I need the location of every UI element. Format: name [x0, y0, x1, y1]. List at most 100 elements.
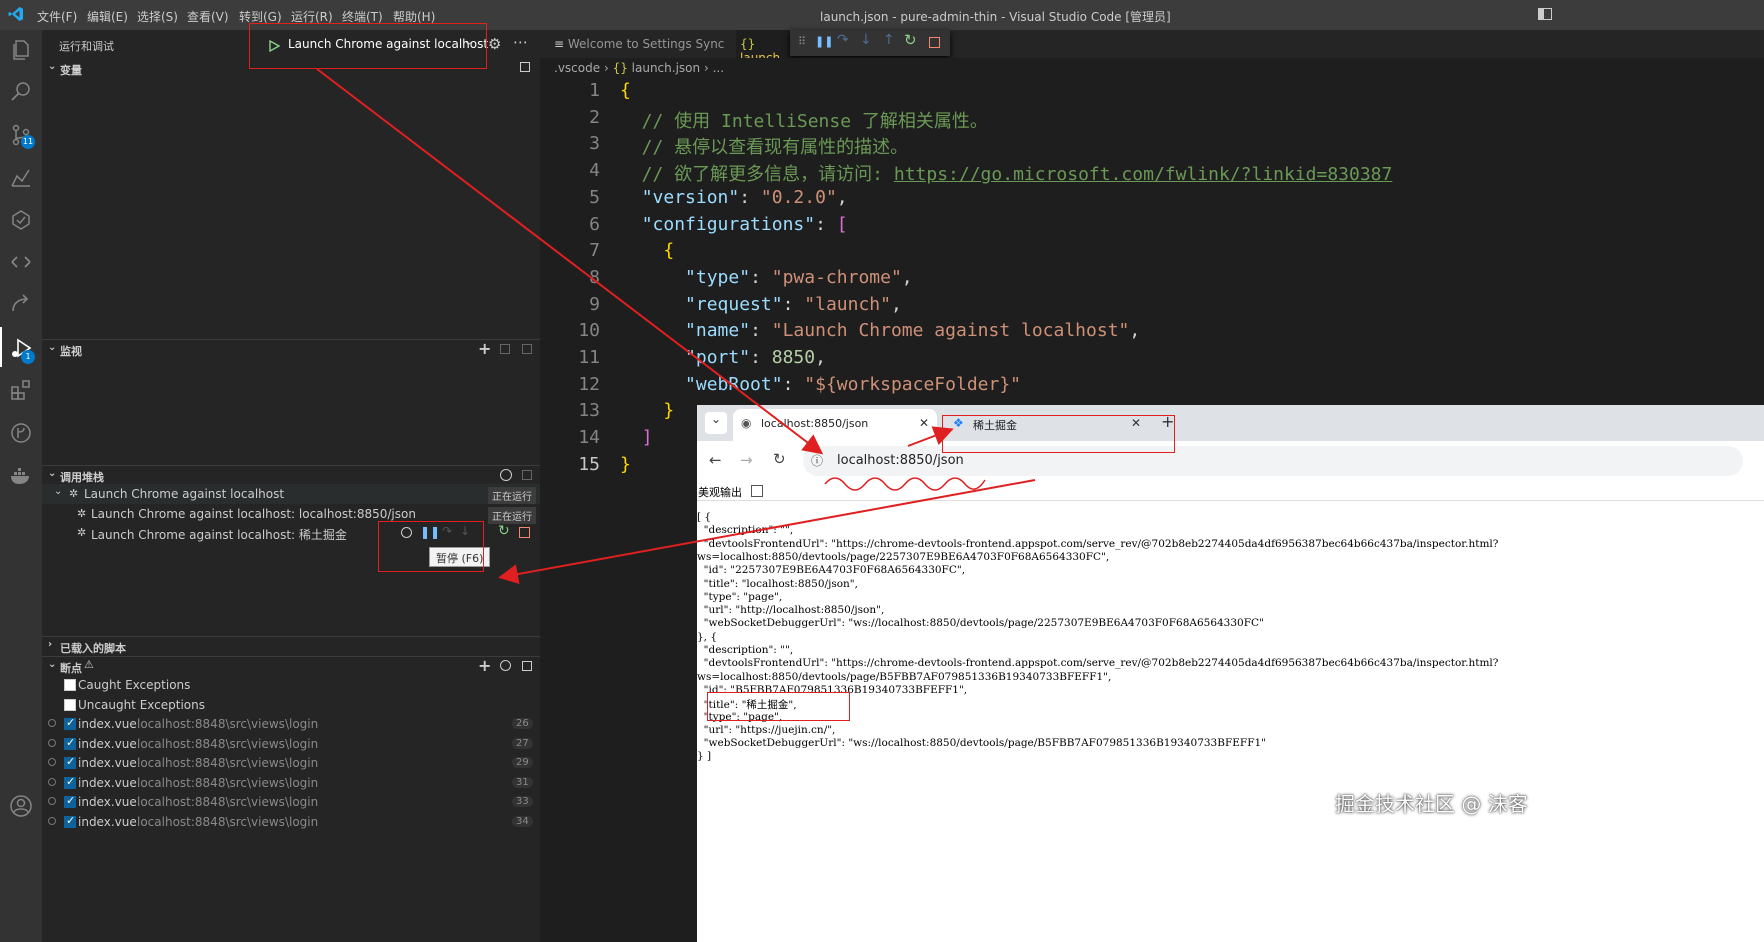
- code-line[interactable]: {: [620, 80, 631, 101]
- code-line[interactable]: // 使用 IntelliSense 了解相关属性。: [620, 107, 988, 133]
- menu-edit[interactable]: 编辑(E): [87, 8, 128, 25]
- explorer-icon[interactable]: [9, 38, 33, 62]
- remote-explorer-icon[interactable]: [9, 250, 33, 274]
- extensions-icon[interactable]: [9, 378, 33, 402]
- breakpoint-row[interactable]: index.vuelocalhost:8848\src\views\login 3…: [42, 792, 540, 812]
- code-line[interactable]: // 欲了解更多信息，请访问: https://go.microsoft.com…: [620, 160, 1393, 186]
- breakpoint-path: localhost:8848\src\views\login: [137, 717, 319, 731]
- breakpoint-row[interactable]: index.vuelocalhost:8848\src\views\login 2…: [42, 734, 540, 754]
- breakpoints-section-header[interactable]: ⌄ 断点 ⚠ +: [42, 656, 540, 676]
- call-stack-row[interactable]: ⌄ ✲ Launch Chrome against localhost 正在运行: [42, 484, 540, 504]
- code-line[interactable]: "configurations": [: [620, 214, 848, 235]
- remove-breakpoints-icon[interactable]: [522, 661, 532, 671]
- code-line[interactable]: "name": "Launch Chrome against localhost…: [620, 320, 1140, 341]
- breakpoint-dot-icon: [48, 777, 56, 786]
- code-line[interactable]: ]: [620, 427, 653, 448]
- search-icon[interactable]: [9, 80, 33, 104]
- menu-selection[interactable]: 选择(S): [137, 8, 178, 25]
- breadcrumb-symbol[interactable]: ...: [713, 61, 724, 75]
- line-number: 2: [589, 106, 600, 128]
- toggle-breakpoints-icon[interactable]: [500, 660, 511, 671]
- browser-tab-json[interactable]: ◉ localhost:8850/json ✕: [733, 409, 937, 441]
- code-line[interactable]: "port": 8850,: [620, 347, 826, 368]
- uncaught-exceptions-checkbox[interactable]: [64, 699, 76, 711]
- back-icon[interactable]: ←: [709, 451, 722, 469]
- refresh-watch-icon[interactable]: [500, 344, 510, 354]
- step-into-icon[interactable]: ↓: [860, 32, 872, 48]
- tab-search-icon[interactable]: ⌄: [705, 412, 727, 434]
- step-out-icon[interactable]: ↑: [883, 32, 895, 48]
- code-line[interactable]: "version": "0.2.0",: [620, 187, 848, 208]
- breakpoint-checkbox[interactable]: [64, 775, 76, 789]
- add-breakpoint-icon[interactable]: +: [478, 656, 491, 675]
- breakpoint-row[interactable]: index.vuelocalhost:8848\src\views\login 2…: [42, 714, 540, 734]
- code-line[interactable]: }: [620, 400, 674, 421]
- vscode-logo-icon: [8, 6, 24, 22]
- git-graph-icon[interactable]: [9, 421, 33, 445]
- docker-icon[interactable]: [9, 464, 33, 488]
- live-share-icon[interactable]: [9, 293, 33, 317]
- close-icon[interactable]: ✕: [919, 416, 929, 430]
- active-indicator: [0, 327, 2, 367]
- code-line[interactable]: }: [620, 454, 631, 475]
- breadcrumb-folder[interactable]: .vscode: [554, 61, 600, 75]
- pretty-print-checkbox[interactable]: [751, 485, 763, 497]
- stop-icon[interactable]: [519, 527, 530, 538]
- breakpoint-dot-icon: [48, 758, 56, 767]
- collapse-all-icon[interactable]: [520, 62, 530, 72]
- code-line[interactable]: "webRoot": "${workspaceFolder}": [620, 374, 1021, 395]
- timeline-icon[interactable]: [9, 166, 33, 190]
- breakpoint-row[interactable]: index.vuelocalhost:8848\src\views\login 2…: [42, 753, 540, 773]
- exception-row[interactable]: Caught Exceptions: [42, 675, 540, 695]
- site-info-icon[interactable]: ⓘ: [811, 452, 823, 469]
- menu-file[interactable]: 文件(F): [37, 8, 77, 25]
- layout-toggle-icon[interactable]: [1538, 8, 1552, 20]
- menu-view[interactable]: 查看(V): [187, 8, 229, 25]
- breakpoint-checkbox[interactable]: [64, 736, 76, 750]
- code-line[interactable]: "type": "pwa-chrome",: [620, 267, 913, 288]
- breakpoint-row[interactable]: index.vuelocalhost:8848\src\views\login 3…: [42, 812, 540, 832]
- clock-icon[interactable]: [500, 469, 512, 481]
- forward-icon[interactable]: →: [740, 451, 753, 469]
- restart-icon[interactable]: ↻: [498, 523, 510, 539]
- watch-title: 监视: [60, 345, 82, 358]
- json-line: "description": "",: [697, 644, 794, 656]
- variables-title: 变量: [60, 64, 82, 77]
- more-actions-icon[interactable]: ⋯: [513, 33, 528, 51]
- stop-icon[interactable]: [929, 37, 940, 48]
- breakpoint-dot-icon: [48, 797, 56, 806]
- reload-icon[interactable]: ↻: [773, 450, 786, 468]
- collapse-call-stack-icon[interactable]: [522, 470, 532, 480]
- restart-icon[interactable]: ↻: [904, 31, 917, 49]
- tab-launch-json[interactable]: {} launch.: [736, 30, 796, 65]
- breadcrumb-file[interactable]: launch.json: [632, 61, 700, 75]
- code-line[interactable]: {: [620, 240, 674, 261]
- exception-row[interactable]: Uncaught Exceptions: [42, 695, 540, 715]
- chevron-right-icon: ›: [703, 61, 713, 75]
- testing-icon[interactable]: [9, 208, 33, 232]
- step-over-icon[interactable]: ↷: [837, 32, 849, 48]
- loaded-scripts-section-header[interactable]: › 已载入的脚本: [42, 636, 540, 656]
- drag-handle-icon[interactable]: ⠿: [798, 35, 806, 48]
- tab-welcome-settings-sync[interactable]: ≡ Welcome to Settings Sync: [554, 30, 734, 58]
- browser-toolbar: ← → ↻ ⓘ localhost:8850/json: [697, 441, 1764, 481]
- collapse-watch-icon[interactable]: [522, 344, 532, 354]
- caught-exceptions-checkbox[interactable]: [64, 679, 76, 691]
- add-watch-icon[interactable]: +: [478, 339, 491, 358]
- breakpoint-row[interactable]: index.vuelocalhost:8848\src\views\login 3…: [42, 773, 540, 793]
- breakpoint-checkbox[interactable]: [64, 755, 76, 770]
- code-line[interactable]: "request": "launch",: [620, 294, 902, 315]
- breakpoint-checkbox[interactable]: [64, 794, 76, 809]
- code-line[interactable]: // 悬停以查看现有属性的描述。: [620, 133, 909, 159]
- breakpoint-checkbox[interactable]: [64, 814, 76, 828]
- run-debug-icon[interactable]: 1: [9, 336, 35, 364]
- source-control-icon[interactable]: 11: [9, 123, 35, 149]
- breakpoint-checkbox[interactable]: [64, 716, 76, 730]
- gear-icon[interactable]: ⚙: [488, 35, 501, 53]
- account-icon[interactable]: [9, 794, 33, 818]
- call-stack-section-header[interactable]: ⌄ 调用堆栈: [42, 465, 540, 485]
- line-number: 1: [589, 80, 600, 101]
- pause-icon[interactable]: ❚❚: [815, 35, 833, 48]
- watch-section-header[interactable]: ⌄ 监视 +: [42, 339, 540, 359]
- breakpoint-path: localhost:8848\src\views\login: [137, 756, 319, 771]
